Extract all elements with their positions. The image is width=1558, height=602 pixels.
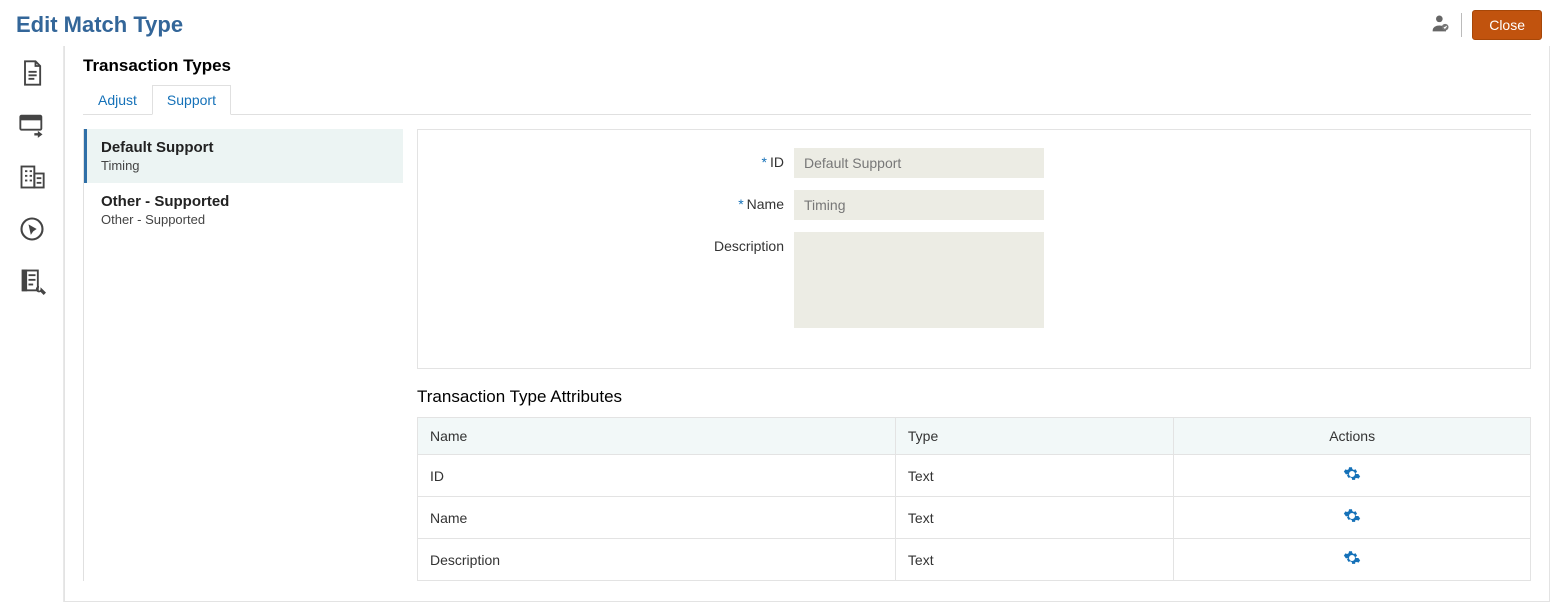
required-star-icon: *	[738, 196, 743, 212]
attr-type-cell: Text	[895, 539, 1173, 581]
list-item[interactable]: Default Support Timing	[84, 129, 403, 183]
gear-icon[interactable]	[1343, 465, 1361, 483]
id-field[interactable]	[794, 148, 1044, 178]
buildings-icon[interactable]	[17, 162, 47, 192]
id-label-text: ID	[770, 154, 784, 170]
list-item-sub: Other - Supported	[101, 212, 389, 227]
list-item[interactable]: Other - Supported Other - Supported	[84, 183, 403, 237]
id-label: *ID	[434, 148, 794, 170]
type-list: Default Support Timing Other - Supported…	[83, 129, 403, 581]
table-row: Name Text	[418, 497, 1531, 539]
tab-support[interactable]: Support	[152, 85, 231, 115]
name-label-text: Name	[747, 196, 784, 212]
attr-name-cell: ID	[418, 455, 896, 497]
description-field[interactable]	[794, 232, 1044, 328]
attributes-table: Name Type Actions ID Text Name	[417, 417, 1531, 581]
attr-name-cell: Description	[418, 539, 896, 581]
attributes-title: Transaction Type Attributes	[417, 387, 1531, 407]
tab-adjust[interactable]: Adjust	[83, 85, 152, 115]
header-divider	[1461, 13, 1462, 37]
list-item-sub: Timing	[101, 158, 389, 173]
page-title: Edit Match Type	[16, 12, 183, 38]
list-item-title: Other - Supported	[101, 193, 389, 210]
table-row: Description Text	[418, 539, 1531, 581]
tabs-bar: Adjust Support	[83, 84, 1531, 115]
attr-name-cell: Name	[418, 497, 896, 539]
gear-icon[interactable]	[1343, 507, 1361, 525]
required-star-icon: *	[762, 154, 767, 170]
detail-form: *ID *Name Description	[417, 129, 1531, 369]
left-nav-rail	[0, 46, 64, 602]
table-row: ID Text	[418, 455, 1531, 497]
document-icon[interactable]	[17, 58, 47, 88]
col-header-type: Type	[895, 418, 1173, 455]
list-item-title: Default Support	[101, 139, 389, 156]
user-status-icon[interactable]	[1431, 13, 1451, 38]
name-label: *Name	[434, 190, 794, 212]
document-wrench-icon[interactable]	[17, 266, 47, 296]
gear-icon[interactable]	[1343, 549, 1361, 567]
description-label: Description	[434, 232, 794, 254]
window-export-icon[interactable]	[17, 110, 47, 140]
attr-type-cell: Text	[895, 455, 1173, 497]
section-title: Transaction Types	[83, 56, 1531, 76]
col-header-actions: Actions	[1174, 418, 1531, 455]
col-header-name: Name	[418, 418, 896, 455]
cursor-circle-icon[interactable]	[17, 214, 47, 244]
attr-type-cell: Text	[895, 497, 1173, 539]
name-field[interactable]	[794, 190, 1044, 220]
close-button[interactable]: Close	[1472, 10, 1542, 40]
